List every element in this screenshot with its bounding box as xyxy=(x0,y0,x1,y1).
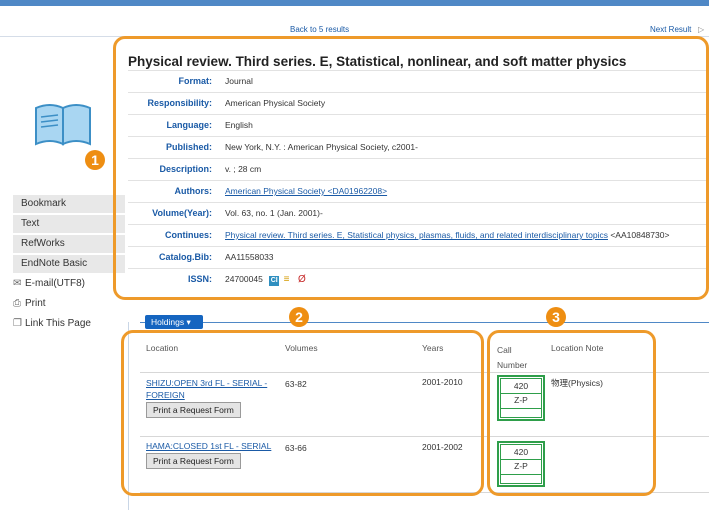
field-value: 24700045 xyxy=(225,274,263,284)
field-row-language: Language: English xyxy=(128,114,709,137)
field-value: English xyxy=(225,120,253,130)
field-row-volume-year: Volume(Year): Vol. 63, no. 1 (Jan. 2001)… xyxy=(128,202,709,225)
field-label: Continues: xyxy=(165,230,212,240)
top-accent-bar xyxy=(0,0,709,6)
field-value: New York, N.Y. : American Physical Socie… xyxy=(225,142,418,152)
field-value: Journal xyxy=(225,76,253,86)
location-link[interactable]: HAMA:CLOSED 1st FL - SERIAL xyxy=(146,441,271,451)
field-value: Vol. 63, no. 1 (Jan. 2001)- xyxy=(225,208,323,218)
row-divider xyxy=(140,492,709,493)
call-number-class: 420 xyxy=(513,447,529,457)
field-label: Responsibility: xyxy=(147,98,212,108)
print-icon: ⎙ xyxy=(13,298,21,309)
sidebar-item-refworks[interactable]: RefWorks xyxy=(13,235,125,253)
callout-badge-2: 2 xyxy=(289,307,309,327)
sidebar-item-link-this-page[interactable]: ❐ Link This Page xyxy=(13,315,125,333)
field-label: Description: xyxy=(159,164,212,174)
header-location: Location xyxy=(146,343,179,353)
call-number-box: 420 Z-P xyxy=(497,441,545,487)
sidebar-item-text[interactable]: Text xyxy=(13,215,125,233)
field-label: Language: xyxy=(166,120,212,130)
header-years: Years xyxy=(422,343,444,353)
email-icon: ✉ xyxy=(13,278,22,289)
field-label: Volume(Year): xyxy=(152,208,212,218)
record-title: Physical review. Third series. E, Statis… xyxy=(128,54,627,69)
field-value: American Physical Society xyxy=(225,98,326,108)
link-icon: ❐ xyxy=(13,318,22,329)
print-request-form-button[interactable]: Print a Request Form xyxy=(146,402,241,418)
holdings-button[interactable]: Holdings ▾ xyxy=(145,315,203,329)
chevron-right-icon[interactable]: ▷ xyxy=(698,25,704,34)
field-row-catalog-bib: Catalog.Bib: AA11558033 xyxy=(128,246,709,269)
row-divider xyxy=(140,372,709,373)
field-row-responsibility: Responsibility: American Physical Societ… xyxy=(128,92,709,115)
header-volumes: Volumes xyxy=(285,343,318,353)
field-row-description: Description: v. ; 28 cm xyxy=(128,158,709,181)
field-value: AA11558033 xyxy=(225,252,274,262)
no-access-icon[interactable]: Ø xyxy=(298,275,308,285)
call-number-box: 420 Z-P xyxy=(497,375,545,421)
continues-id: <AA10848730> xyxy=(607,230,670,240)
sidebar-item-endnote-basic[interactable]: EndNote Basic xyxy=(13,255,125,273)
location-link[interactable]: SHIZU:OPEN 3rd FL - SERIAL - FOREIGN xyxy=(146,377,281,401)
sidebar-item-bookmark[interactable]: Bookmark xyxy=(13,195,125,213)
field-value: v. ; 28 cm xyxy=(225,164,262,174)
field-row-format: Format: Journal xyxy=(128,70,709,93)
location-note: 物理(Physics) xyxy=(551,378,603,388)
holdings-divider xyxy=(140,322,709,323)
callout-badge-3: 3 xyxy=(546,307,566,327)
book-icon xyxy=(35,104,91,146)
field-label: Format: xyxy=(178,76,213,86)
field-row-authors: Authors: American Physical Society <DA01… xyxy=(128,180,709,203)
sidebar-item-email[interactable]: ✉ E-mail(UTF8) xyxy=(13,275,125,293)
call-number-cutter: Z-P xyxy=(514,395,528,405)
print-request-form-button[interactable]: Print a Request Form xyxy=(146,453,241,469)
sidebar-item-print[interactable]: ⎙ Print xyxy=(13,295,125,313)
call-number-cutter: Z-P xyxy=(514,461,528,471)
row-divider xyxy=(140,436,709,437)
years-value: 2001-2002 xyxy=(422,442,463,452)
years-value: 2001-2010 xyxy=(422,377,463,387)
continues-link[interactable]: Physical review. Third series. E, Statis… xyxy=(225,230,608,240)
field-row-published: Published: New York, N.Y. : American Phy… xyxy=(128,136,709,159)
header-location-note: Location Note xyxy=(551,343,604,353)
author-link[interactable]: American Physical Society <DA01962208> xyxy=(225,186,387,196)
callout-badge-1: 1 xyxy=(85,150,105,170)
volumes-value: 63-66 xyxy=(285,443,307,453)
field-label: Authors: xyxy=(174,186,213,196)
back-to-results-link[interactable]: Back to 5 results xyxy=(290,25,349,34)
next-result-link[interactable]: Next Result xyxy=(650,25,691,34)
field-row-continues: Continues: Physical review. Third series… xyxy=(128,224,709,247)
caret-down-icon: ▾ xyxy=(186,317,191,327)
field-row-issn: ISSN: 24700045 CI ≡ Ø xyxy=(128,268,709,291)
ci-icon[interactable]: CI xyxy=(269,276,280,286)
result-navigation xyxy=(0,20,709,37)
field-label: ISSN: xyxy=(187,274,212,284)
call-number-class: 420 xyxy=(513,381,529,391)
list-icon[interactable]: ≡ xyxy=(284,275,294,285)
field-label: Catalog.Bib: xyxy=(159,252,212,262)
field-label: Published: xyxy=(165,142,212,152)
header-call-number: Call Number xyxy=(497,345,528,370)
volumes-value: 63-82 xyxy=(285,379,307,389)
